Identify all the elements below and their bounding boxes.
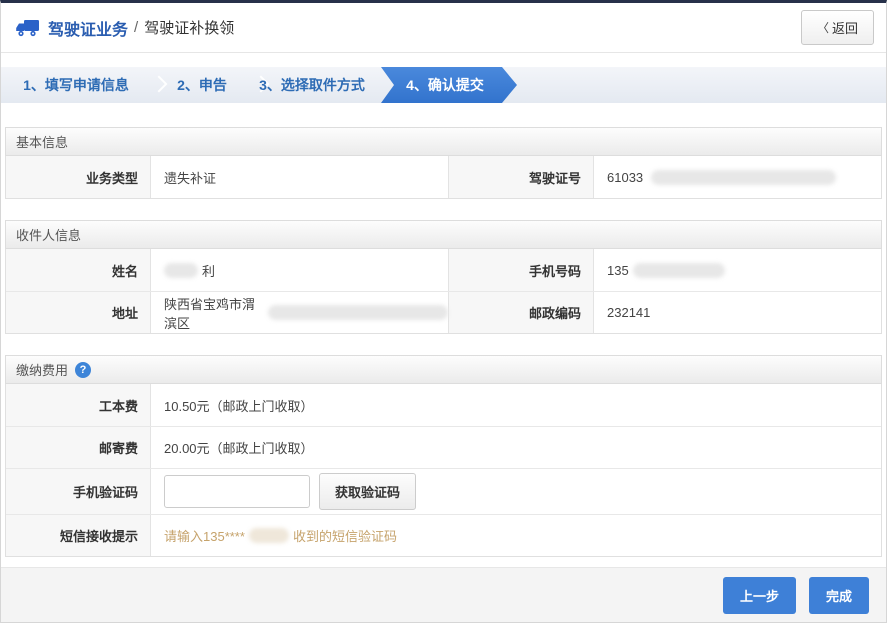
phone-redaction	[633, 263, 725, 278]
section-basic-info: 基本信息 业务类型 遗失补证 驾驶证号 61033	[5, 127, 882, 199]
sms-hint-label: 短信接收提示	[6, 515, 151, 556]
step-4-confirm-submit: 4、确认提交	[381, 67, 517, 103]
recipient-info-table: 姓名 利 手机号码 135 地址 陕西省宝鸡市渭滨区	[5, 249, 882, 334]
license-no-label: 驾驶证号	[448, 156, 594, 198]
step-2-declaration[interactable]: 2、申告	[151, 67, 253, 103]
production-fee-label: 工本费	[6, 384, 151, 426]
sms-hint-suffix-text: 收到的短信验证码	[293, 526, 397, 545]
address-visible-text: 陕西省宝鸡市渭滨区	[164, 294, 266, 332]
back-button[interactable]: 〈 返回	[801, 10, 874, 45]
footer-bar: 上一步 完成	[1, 567, 886, 622]
fees-table: 工本费 10.50元（邮政上门收取） 邮寄费 20.00元（邮政上门收取） 手机…	[5, 384, 882, 557]
page: 驾驶证业务 / 驾驶证补换领 〈 返回 1、填写申请信息 2、申告 3、选择取件…	[0, 0, 887, 623]
step-indicator: 1、填写申请信息 2、申告 3、选择取件方式 4、确认提交	[1, 67, 886, 103]
sms-code-label: 手机验证码	[6, 469, 151, 514]
step-3-pickup-method[interactable]: 3、选择取件方式	[253, 67, 371, 103]
phone-label: 手机号码	[448, 249, 594, 291]
postcode-label: 邮政编码	[448, 292, 594, 333]
breadcrumb-separator: /	[134, 19, 138, 36]
sms-hint-redaction	[249, 528, 289, 543]
table-row: 工本费 10.50元（邮政上门收取）	[6, 384, 881, 426]
table-row: 姓名 利 手机号码 135	[6, 249, 881, 291]
table-row: 短信接收提示 请输入135**** 收到的短信验证码	[6, 514, 881, 556]
table-row: 业务类型 遗失补证 驾驶证号 61033	[6, 156, 881, 198]
sms-code-cell: 获取验证码	[151, 469, 881, 514]
phone-visible-text: 135	[607, 263, 629, 278]
name-value: 利	[151, 249, 448, 291]
name-label: 姓名	[6, 249, 151, 291]
license-no-redaction	[651, 170, 836, 185]
basic-info-header: 基本信息	[5, 127, 882, 156]
get-code-button[interactable]: 获取验证码	[319, 473, 416, 510]
license-no-visible-text: 61033	[607, 170, 643, 185]
fees-title: 缴纳费用	[16, 360, 68, 379]
basic-info-title: 基本信息	[16, 132, 68, 151]
main-content: 基本信息 业务类型 遗失补证 驾驶证号 61033 收件人信息	[1, 127, 886, 557]
sms-code-input[interactable]	[164, 475, 310, 508]
production-fee-value: 10.50元（邮政上门收取）	[151, 384, 881, 426]
back-button-label: 返回	[832, 18, 858, 37]
address-label: 地址	[6, 292, 151, 333]
sms-hint-prefix-text: 请输入135****	[164, 526, 245, 545]
name-visible-text: 利	[202, 261, 215, 280]
section-recipient-info: 收件人信息 姓名 利 手机号码 135 地址	[5, 220, 882, 334]
page-header: 驾驶证业务 / 驾驶证补换领 〈 返回	[1, 3, 886, 53]
finish-button[interactable]: 完成	[809, 577, 869, 614]
business-type-value: 遗失补证	[151, 156, 448, 198]
back-chevron-icon: 〈	[817, 19, 829, 36]
sms-hint-value: 请输入135**** 收到的短信验证码	[151, 515, 881, 556]
fees-header: 缴纳费用 ?	[5, 355, 882, 384]
recipient-info-header: 收件人信息	[5, 220, 882, 249]
business-type-label: 业务类型	[6, 156, 151, 198]
recipient-info-title: 收件人信息	[16, 225, 81, 244]
postage-fee-value: 20.00元（邮政上门收取）	[151, 427, 881, 468]
page-title: 驾驶证业务	[48, 16, 128, 40]
license-no-value: 61033	[594, 156, 881, 198]
address-redaction	[268, 305, 448, 320]
section-fees: 缴纳费用 ? 工本费 10.50元（邮政上门收取） 邮寄费 20.00元（邮政上…	[5, 355, 882, 557]
address-value: 陕西省宝鸡市渭滨区	[151, 292, 448, 333]
postage-fee-label: 邮寄费	[6, 427, 151, 468]
postcode-value: 232141	[594, 292, 881, 333]
step-1-fill-application[interactable]: 1、填写申请信息	[1, 67, 151, 103]
basic-info-table: 业务类型 遗失补证 驾驶证号 61033	[5, 156, 882, 199]
table-row: 手机验证码 获取验证码	[6, 468, 881, 514]
phone-value: 135	[594, 249, 881, 291]
previous-step-button[interactable]: 上一步	[723, 577, 796, 614]
table-row: 邮寄费 20.00元（邮政上门收取）	[6, 426, 881, 468]
name-redaction	[164, 263, 198, 278]
truck-icon	[15, 19, 40, 37]
table-row: 地址 陕西省宝鸡市渭滨区 邮政编码 232141	[6, 291, 881, 333]
question-mark-icon[interactable]: ?	[75, 362, 91, 378]
breadcrumb-current: 驾驶证补换领	[144, 17, 234, 38]
